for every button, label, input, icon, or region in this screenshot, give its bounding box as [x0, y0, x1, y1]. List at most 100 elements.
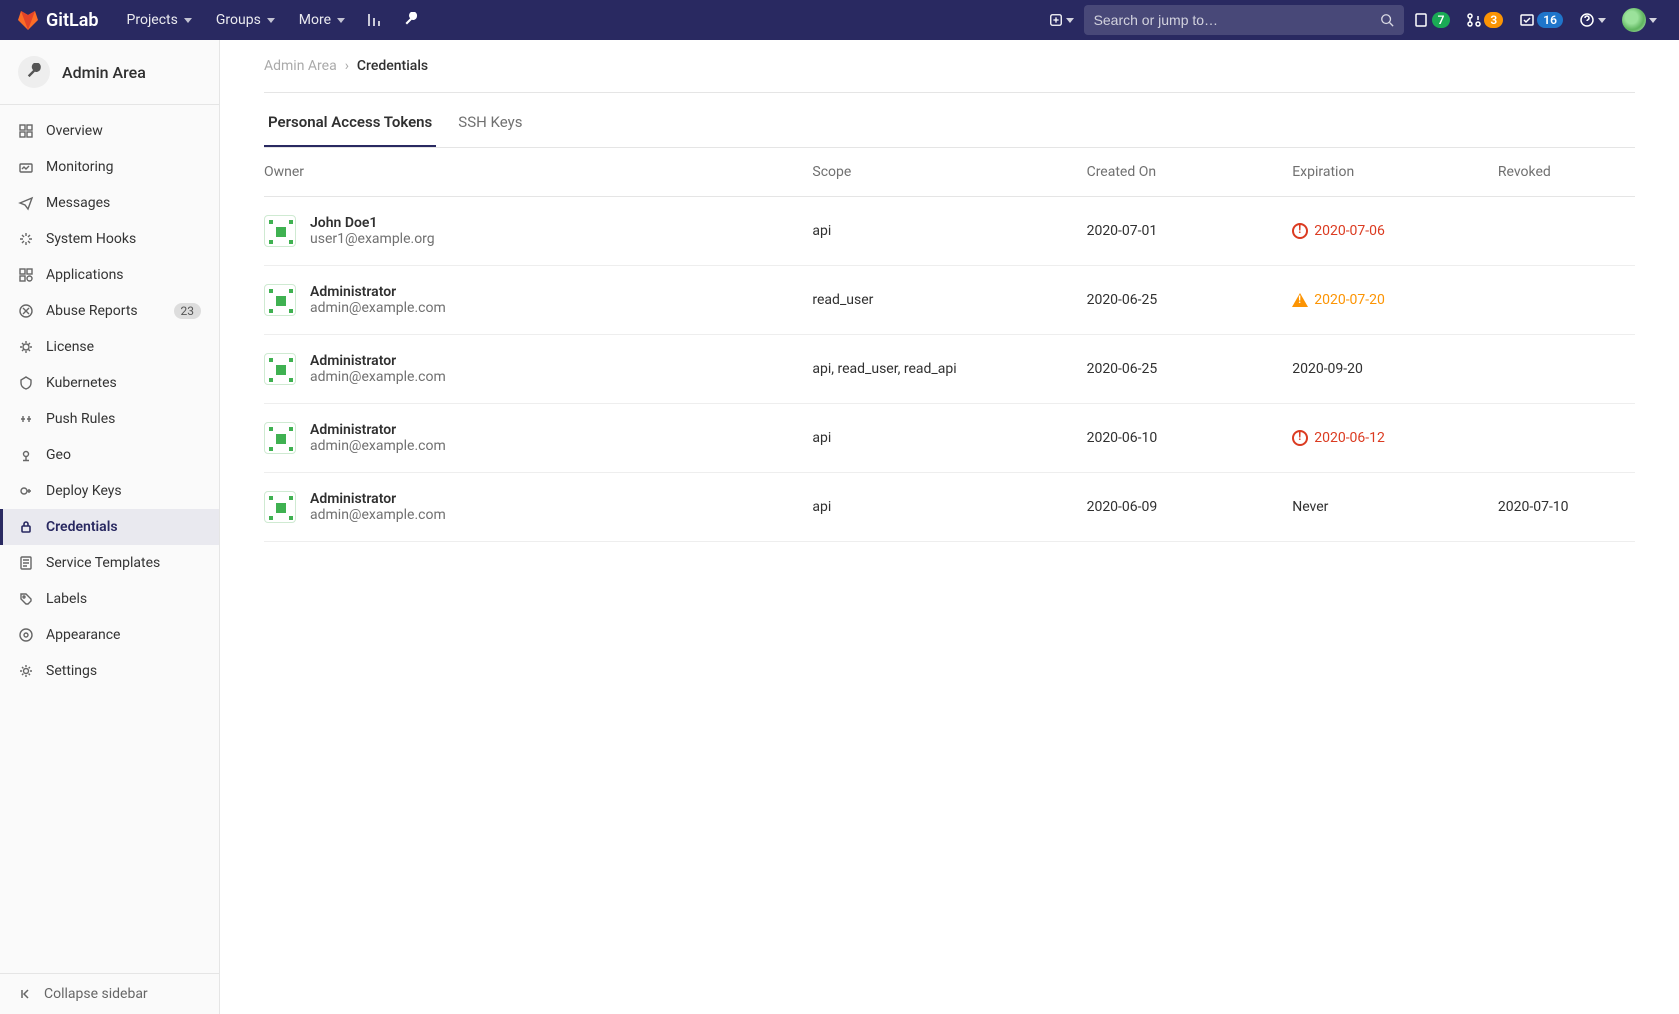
sidebar-item-label: Labels — [46, 591, 87, 607]
tabs: Personal Access Tokens SSH Keys — [264, 99, 1635, 148]
sidebar-item-service-templates[interactable]: Service Templates — [0, 545, 219, 581]
owner-name[interactable]: John Doe1 — [310, 215, 435, 231]
help-menu[interactable] — [1573, 8, 1612, 32]
scope-cell: api — [812, 499, 1086, 515]
breadcrumb-root[interactable]: Admin Area — [264, 58, 337, 74]
tab-ssh-keys[interactable]: SSH Keys — [454, 99, 526, 147]
created-cell: 2020-06-25 — [1087, 361, 1293, 377]
sidebar-item-appearance[interactable]: Appearance — [0, 617, 219, 653]
sidebar-item-label: Abuse Reports — [46, 303, 138, 319]
owner-name[interactable]: Administrator — [310, 284, 446, 300]
search-box[interactable] — [1084, 5, 1404, 35]
warning-icon — [1292, 293, 1308, 307]
user-menu[interactable] — [1616, 4, 1663, 36]
owner-email: admin@example.com — [310, 507, 446, 523]
sidebar-item-label: Monitoring — [46, 159, 114, 175]
expiration-cell: 2020-06-12 — [1292, 430, 1498, 446]
search-icon — [1380, 13, 1394, 27]
owner-email: admin@example.com — [310, 369, 446, 385]
sidebar-item-push-rules[interactable]: Push Rules — [0, 401, 219, 437]
sidebar-item-geo[interactable]: Geo — [0, 437, 219, 473]
brand-logo[interactable]: GitLab — [16, 8, 99, 32]
table-row: John Doe1user1@example.orgapi2020-07-012… — [264, 197, 1635, 266]
sidebar-item-applications[interactable]: Applications — [0, 257, 219, 293]
issues-counter[interactable]: 7 — [1408, 8, 1457, 32]
merge-requests-counter[interactable]: 3 — [1460, 8, 1509, 32]
sidebar-item-abuse-reports[interactable]: Abuse Reports 23 — [0, 293, 219, 329]
owner-name[interactable]: Administrator — [310, 422, 446, 438]
scope-cell: api — [812, 430, 1086, 446]
revoked-cell: 2020-07-10 — [1498, 499, 1635, 515]
todos-counter[interactable]: 16 — [1513, 8, 1569, 32]
sidebar-item-license[interactable]: License — [0, 329, 219, 365]
sidebar-item-icon — [18, 267, 34, 283]
owner-name[interactable]: Administrator — [310, 491, 446, 507]
sidebar-item-icon — [18, 555, 34, 571]
sidebar-item-icon — [18, 231, 34, 247]
sidebar-item-label: Applications — [46, 267, 124, 283]
col-owner: Owner — [264, 164, 812, 180]
sidebar-item-label: Messages — [46, 195, 110, 211]
tab-personal-access-tokens[interactable]: Personal Access Tokens — [264, 99, 436, 147]
table-header: Owner Scope Created On Expiration Revoke… — [264, 148, 1635, 197]
sidebar-item-settings[interactable]: Settings — [0, 653, 219, 689]
collapse-sidebar-label: Collapse sidebar — [44, 986, 148, 1002]
owner-email: admin@example.com — [310, 438, 446, 454]
nav-groups[interactable]: Groups — [206, 6, 285, 34]
sidebar-item-icon — [18, 411, 34, 427]
created-cell: 2020-06-25 — [1087, 292, 1293, 308]
breadcrumb-current: Credentials — [357, 58, 428, 74]
main-content: Admin Area › Credentials Personal Access… — [220, 40, 1679, 1014]
owner-name[interactable]: Administrator — [310, 353, 446, 369]
collapse-icon — [18, 986, 34, 1002]
sidebar-item-icon — [18, 339, 34, 355]
scope-cell: api — [812, 223, 1086, 239]
mr-badge: 3 — [1484, 12, 1503, 28]
table-row: Administratoradmin@example.comapi, read_… — [264, 335, 1635, 404]
nav-projects[interactable]: Projects — [117, 6, 202, 34]
avatar — [264, 491, 296, 523]
sidebar-item-credentials[interactable]: Credentials — [0, 509, 219, 545]
sidebar-item-label: System Hooks — [46, 231, 136, 247]
sidebar-item-system-hooks[interactable]: System Hooks — [0, 221, 219, 257]
sidebar-item-icon — [18, 663, 34, 679]
created-cell: 2020-06-09 — [1087, 499, 1293, 515]
issues-badge: 7 — [1432, 12, 1451, 28]
col-created: Created On — [1087, 164, 1293, 180]
sidebar-item-monitoring[interactable]: Monitoring — [0, 149, 219, 185]
sidebar-item-badge: 23 — [174, 303, 202, 319]
sidebar-item-deploy-keys[interactable]: Deploy Keys — [0, 473, 219, 509]
sidebar-item-icon — [18, 159, 34, 175]
error-icon — [1292, 430, 1308, 446]
new-button[interactable] — [1043, 9, 1080, 31]
scope-cell: read_user — [812, 292, 1086, 308]
sidebar-item-label: Appearance — [46, 627, 120, 643]
col-revoked: Revoked — [1498, 164, 1635, 180]
sidebar-item-label: Geo — [46, 447, 71, 463]
search-input[interactable] — [1094, 12, 1380, 28]
collapse-sidebar-button[interactable]: Collapse sidebar — [0, 974, 219, 1014]
milestones-icon[interactable] — [359, 6, 391, 34]
gitlab-icon — [16, 8, 40, 32]
created-cell: 2020-07-01 — [1087, 223, 1293, 239]
avatar — [264, 215, 296, 247]
sidebar-item-labels[interactable]: Labels — [0, 581, 219, 617]
expiration-cell: Never — [1292, 499, 1498, 515]
sidebar-item-icon — [18, 375, 34, 391]
admin-wrench-icon[interactable] — [395, 6, 427, 34]
table-body: John Doe1user1@example.orgapi2020-07-012… — [264, 197, 1635, 542]
sidebar-item-icon — [18, 303, 34, 319]
sidebar-item-messages[interactable]: Messages — [0, 185, 219, 221]
nav-more[interactable]: More — [289, 6, 355, 34]
breadcrumb: Admin Area › Credentials — [264, 58, 1635, 93]
sidebar-item-overview[interactable]: Overview — [0, 113, 219, 149]
avatar — [264, 284, 296, 316]
owner-email: user1@example.org — [310, 231, 435, 247]
sidebar-title: Admin Area — [62, 63, 146, 82]
user-avatar-icon — [1622, 8, 1646, 32]
brand-name: GitLab — [46, 10, 99, 31]
sidebar-item-icon — [18, 195, 34, 211]
sidebar-item-icon — [18, 627, 34, 643]
sidebar-header[interactable]: Admin Area — [0, 40, 219, 105]
sidebar-item-kubernetes[interactable]: Kubernetes — [0, 365, 219, 401]
